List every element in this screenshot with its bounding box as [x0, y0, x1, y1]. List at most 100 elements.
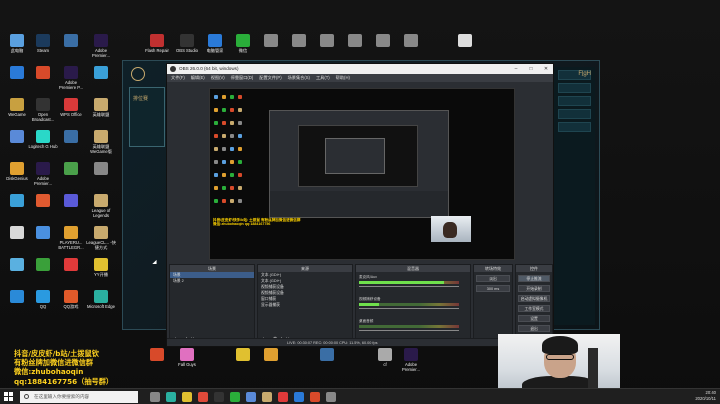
obs-menu-item[interactable]: 文件(F) [171, 75, 185, 80]
fall-guys-icon [180, 348, 194, 361]
desktop-shortcut[interactable]: Adobe Premier... [86, 34, 116, 58]
obs-menu-item[interactable]: 帮助(H) [336, 75, 350, 80]
desktop-shortcut[interactable]: League of Legends [86, 194, 116, 218]
desktop-shortcut[interactable]: 电脑管家 [200, 34, 230, 53]
mixer-track[interactable]: 视频捕获设备 [359, 297, 471, 311]
app-icon[interactable] [246, 392, 256, 402]
desktop-shortcut[interactable]: Open Broadcast... [28, 98, 58, 122]
edge-icon[interactable] [166, 392, 176, 402]
desktop-shortcut[interactable]: YY开播 [86, 258, 116, 277]
task-view-icon[interactable] [150, 392, 160, 402]
obs-menu-item[interactable]: 停靠窗口(D) [231, 75, 254, 80]
control-button[interactable]: 设置 [518, 315, 550, 322]
desktop-shortcut[interactable] [228, 348, 258, 362]
obs-preview-canvas[interactable]: 抖音/皮皮虾/快手/b站: 土拨鼠 有粉丝牌加微信进微信群 微信:zhuboha… [209, 88, 515, 260]
desktop-shortcut[interactable] [56, 130, 86, 144]
desktop-shortcut[interactable] [340, 34, 370, 48]
desktop-shortcut[interactable] [56, 258, 86, 272]
obs-icon[interactable] [214, 392, 224, 402]
control-button[interactable]: 退出 [518, 325, 550, 332]
maximize-icon[interactable]: □ [524, 64, 538, 74]
obs-title-bar[interactable]: OBS 26.0.0 (64 bit, windows) – □ ✕ [167, 64, 553, 74]
desktop-shortcut[interactable]: Flash Repair [142, 34, 172, 53]
desktop-shortcut[interactable] [396, 34, 426, 48]
clock-date[interactable]: 2020/10/11 [656, 396, 716, 402]
obs-menu-item[interactable]: 配置文件(P) [259, 75, 281, 80]
taskbar-search-input[interactable]: 在这里输入你要搜索的内容 [20, 391, 138, 403]
wechat-icon[interactable] [230, 392, 240, 402]
desktop-shortcut[interactable] [86, 162, 116, 176]
control-button[interactable]: 停止推流 [518, 275, 550, 282]
friend-row[interactable] [558, 122, 591, 132]
obs-menu-item[interactable]: 场景集合(S) [288, 75, 310, 80]
desktop-shortcut[interactable]: LeagueCL... -快捷方式 [86, 226, 116, 250]
desktop-shortcut[interactable] [28, 66, 58, 80]
desktop-shortcut[interactable] [28, 258, 58, 272]
desktop-shortcut[interactable]: WPS Office [56, 98, 86, 117]
desktop-shortcut[interactable] [256, 348, 286, 362]
desktop-shortcut[interactable]: OBS Studio [172, 34, 202, 53]
desktop-shortcut[interactable] [312, 34, 342, 48]
close-icon[interactable]: ✕ [539, 64, 553, 74]
desktop-shortcut[interactable] [284, 34, 314, 48]
app-icon[interactable] [294, 392, 304, 402]
mixer-track[interactable]: 麦克风/Aux [359, 275, 471, 289]
obs-menu-item[interactable]: 视图(V) [211, 75, 225, 80]
obs-menu-item[interactable]: 工具(T) [316, 75, 330, 80]
desktop-shortcut[interactable] [86, 66, 116, 80]
desktop-shortcut[interactable] [56, 194, 86, 208]
nested-desktop-icon [238, 160, 242, 164]
control-button[interactable]: 启动虚拟摄像机 [518, 295, 550, 302]
app-icon[interactable] [310, 392, 320, 402]
source-item[interactable]: 显示器捕获 [258, 302, 352, 308]
friend-row[interactable] [558, 109, 591, 119]
desktop-shortcut[interactable]: Adobe Premier... [28, 162, 58, 186]
desktop-shortcut[interactable] [256, 34, 286, 48]
transition-type-select[interactable]: 淡出 [476, 275, 510, 282]
desktop-shortcut[interactable] [142, 348, 172, 362]
player-name: FḻgH [578, 71, 591, 77]
lol-icon[interactable] [262, 392, 272, 402]
desktop-shortcut[interactable] [28, 226, 58, 240]
desktop-shortcut[interactable]: 英雄联盟 WeGame版 [86, 130, 116, 154]
desktop-shortcut[interactable] [450, 34, 480, 48]
explorer-icon[interactable] [182, 392, 192, 402]
obs-menu-item[interactable]: 编辑(E) [191, 75, 205, 80]
desktop-shortcut[interactable]: QQ [28, 290, 58, 309]
logitech-icon [36, 130, 50, 143]
desktop-shortcut[interactable]: PLAYERU... BATTLEGR... [56, 226, 86, 250]
chrome-icon[interactable] [198, 392, 208, 402]
windows-start-icon[interactable] [4, 392, 14, 402]
desktop-shortcut[interactable]: Steam [28, 34, 58, 53]
volume-slider[interactable] [359, 330, 459, 331]
control-button[interactable]: 开始录制 [518, 285, 550, 292]
friend-row[interactable] [558, 83, 591, 93]
volume-slider[interactable] [359, 308, 459, 309]
microphone [588, 348, 598, 388]
desktop-shortcut[interactable]: Adobe Premiere P... [56, 66, 86, 90]
desktop-shortcut[interactable]: Logitech G Hub [28, 130, 58, 149]
obs-window[interactable]: OBS 26.0.0 (64 bit, windows) – □ ✕ 文件(F)… [166, 63, 554, 347]
desktop-shortcut[interactable]: Adobe Premier... [396, 348, 426, 372]
mixer-track[interactable]: 桌面音频 [359, 319, 471, 333]
desktop-shortcut[interactable] [56, 162, 86, 176]
desktop-shortcut[interactable]: 微信 [228, 34, 258, 53]
desktop-shortcut[interactable]: Microsoft Edge [86, 290, 116, 309]
desktop-shortcut[interactable] [56, 34, 86, 48]
nested-desktop-icon [214, 199, 218, 203]
desktop-shortcut[interactable]: Fall Guys [172, 348, 202, 367]
app-icon[interactable] [278, 392, 288, 402]
desktop-shortcut[interactable]: 英雄联盟 [86, 98, 116, 117]
volume-slider[interactable] [359, 286, 459, 287]
friend-row[interactable] [558, 96, 591, 106]
obs-menu-bar: 文件(F) 编辑(E) 视图(V) 停靠窗口(D) 配置文件(P) 场景集合(S) 工具(T… [167, 74, 553, 82]
control-button[interactable]: 工作室模式 [518, 305, 550, 312]
desktop-shortcut[interactable]: QQ游戏 [56, 290, 86, 309]
scene-item[interactable]: 场景 2 [170, 278, 254, 284]
desktop-shortcut[interactable] [28, 194, 58, 208]
transition-duration-input[interactable]: 300 ms [476, 285, 510, 292]
desktop-shortcut[interactable] [368, 34, 398, 48]
minimize-icon[interactable]: – [509, 64, 523, 74]
desktop-shortcut[interactable] [312, 348, 342, 362]
app-icon[interactable] [326, 392, 336, 402]
